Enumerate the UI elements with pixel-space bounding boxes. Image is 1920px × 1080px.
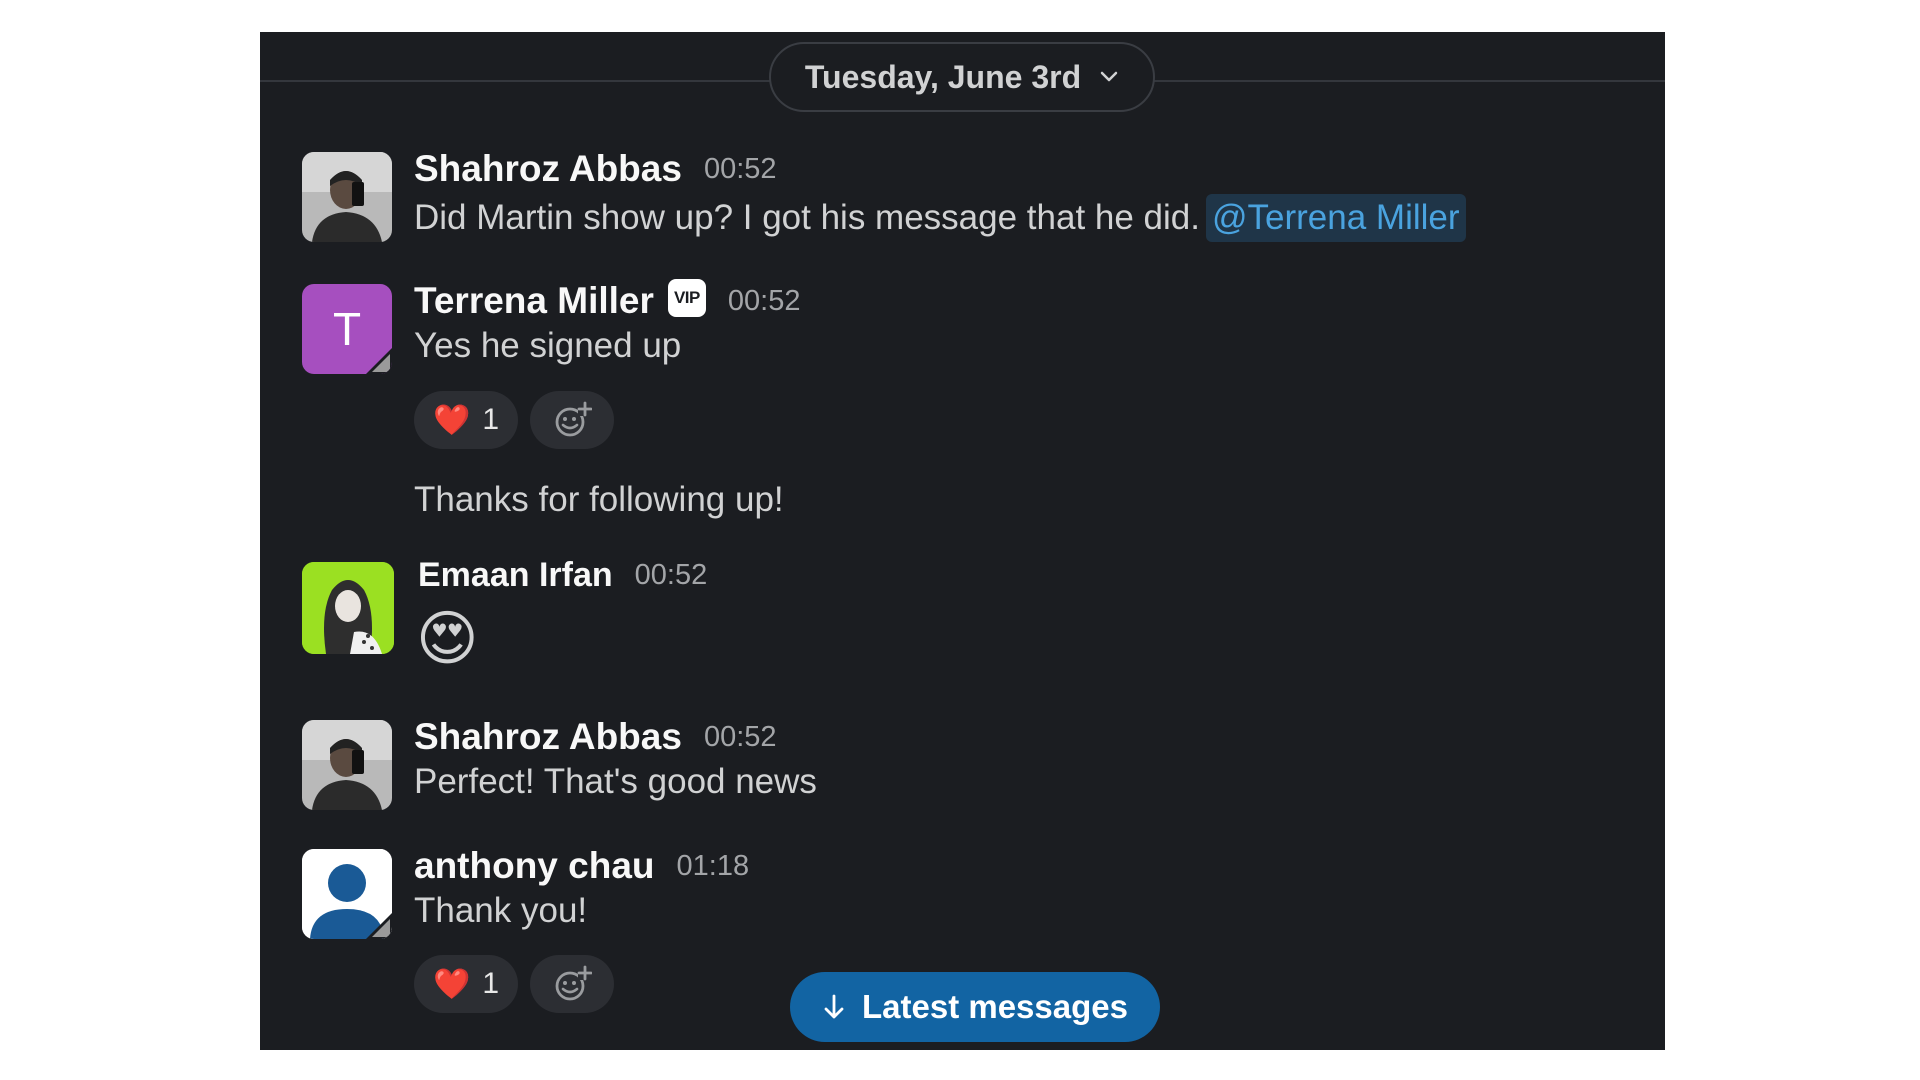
reaction-bar: ❤️ 1 <box>414 955 614 1013</box>
arrow-down-icon <box>824 994 844 1019</box>
message-text: Yes he signed up <box>414 326 682 365</box>
user-mention[interactable]: @Terrena Miller <box>1205 194 1466 242</box>
presence-icon <box>366 348 392 374</box>
avatar-shahroz[interactable] <box>302 720 392 810</box>
sender-name[interactable]: Shahroz Abbas <box>414 716 682 758</box>
sender-name[interactable]: anthony chau <box>414 845 655 887</box>
sender-name[interactable]: Shahroz Abbas <box>414 148 682 190</box>
add-reaction-button[interactable] <box>530 955 614 1013</box>
emoji-message: 😍 <box>416 605 479 672</box>
heart-icon: ❤️ <box>432 403 471 437</box>
message-time[interactable]: 00:52 <box>704 153 777 186</box>
message-time[interactable]: 00:52 <box>635 559 708 592</box>
reaction-count: 1 <box>482 403 500 436</box>
message-text: Thank you! <box>414 891 588 930</box>
vip-badge: VIP <box>667 279 706 317</box>
reaction-count: 1 <box>482 967 500 1000</box>
avatar-anthony[interactable] <box>302 849 392 939</box>
heart-icon: ❤️ <box>432 967 471 1001</box>
date-divider-button[interactable]: Tuesday, June 3rd <box>769 42 1155 112</box>
avatar-emaan[interactable] <box>302 562 394 654</box>
avatar-photo-shahroz <box>302 152 392 242</box>
date-divider-label: Tuesday, June 3rd <box>804 58 1082 95</box>
message-time[interactable]: 00:52 <box>704 721 777 754</box>
add-reaction-button[interactable] <box>530 391 614 449</box>
add-reaction-icon <box>555 965 592 1001</box>
heart-reaction[interactable]: ❤️ 1 <box>414 391 518 449</box>
avatar-shahroz[interactable] <box>302 152 392 242</box>
add-reaction-icon <box>555 401 592 437</box>
latest-messages-label: Latest messages <box>862 988 1128 1025</box>
avatar-photo-shahroz <box>302 720 392 810</box>
message-time[interactable]: 01:18 <box>677 850 750 883</box>
followup-text: Thanks for following up! <box>414 480 784 519</box>
avatar-photo-emaan <box>302 562 394 654</box>
chevron-down-icon <box>1099 67 1119 87</box>
presence-icon <box>366 913 392 939</box>
avatar-terrena[interactable]: T <box>302 284 392 374</box>
message-text: Did Martin show up? I got his message th… <box>414 194 1466 242</box>
reaction-bar: ❤️ 1 <box>414 391 614 449</box>
latest-messages-button[interactable]: Latest messages <box>790 972 1160 1042</box>
sender-name[interactable]: Terrena Miller <box>414 280 654 322</box>
chat-panel: Tuesday, June 3rd Shahroz Abbas 00:52 Di… <box>260 32 1665 1050</box>
message-text: Perfect! That's good news <box>414 762 817 801</box>
message-time[interactable]: 00:52 <box>728 285 801 318</box>
message-body: Did Martin show up? I got his message th… <box>414 198 1200 237</box>
heart-reaction[interactable]: ❤️ 1 <box>414 955 518 1013</box>
sender-name[interactable]: Emaan Irfan <box>418 556 613 595</box>
